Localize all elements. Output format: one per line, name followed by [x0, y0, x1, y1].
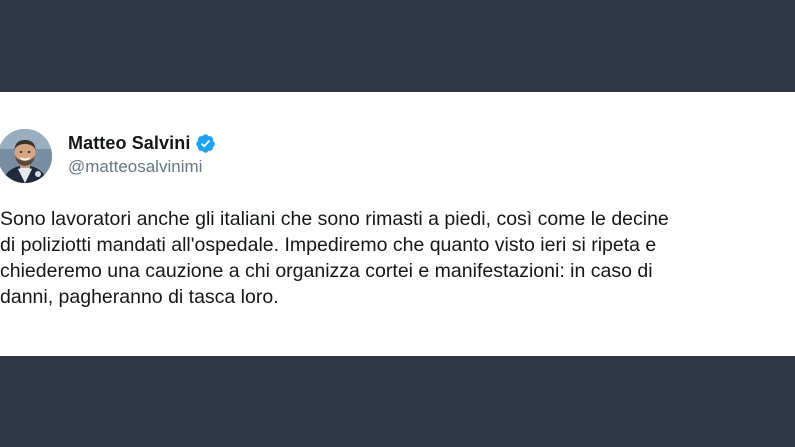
tweet-card: Matteo Salvini @matteosalvinimi Sono lav…: [0, 92, 795, 356]
tweet-header: Matteo Salvini @matteosalvinimi: [0, 129, 600, 183]
avatar-photo-icon: [0, 129, 52, 183]
verified-badge-icon: [195, 133, 216, 154]
avatar[interactable]: [0, 129, 52, 183]
name-row: Matteo Salvini: [68, 131, 216, 155]
author-handle[interactable]: @matteosalvinimi: [68, 157, 216, 177]
tweet-text: Sono lavoratori anche gli italiani che s…: [0, 208, 669, 308]
bottom-background-band: [0, 356, 795, 447]
author-display-name[interactable]: Matteo Salvini: [68, 133, 190, 154]
author-info: Matteo Salvini @matteosalvinimi: [68, 131, 216, 177]
top-background-band: [0, 0, 795, 92]
